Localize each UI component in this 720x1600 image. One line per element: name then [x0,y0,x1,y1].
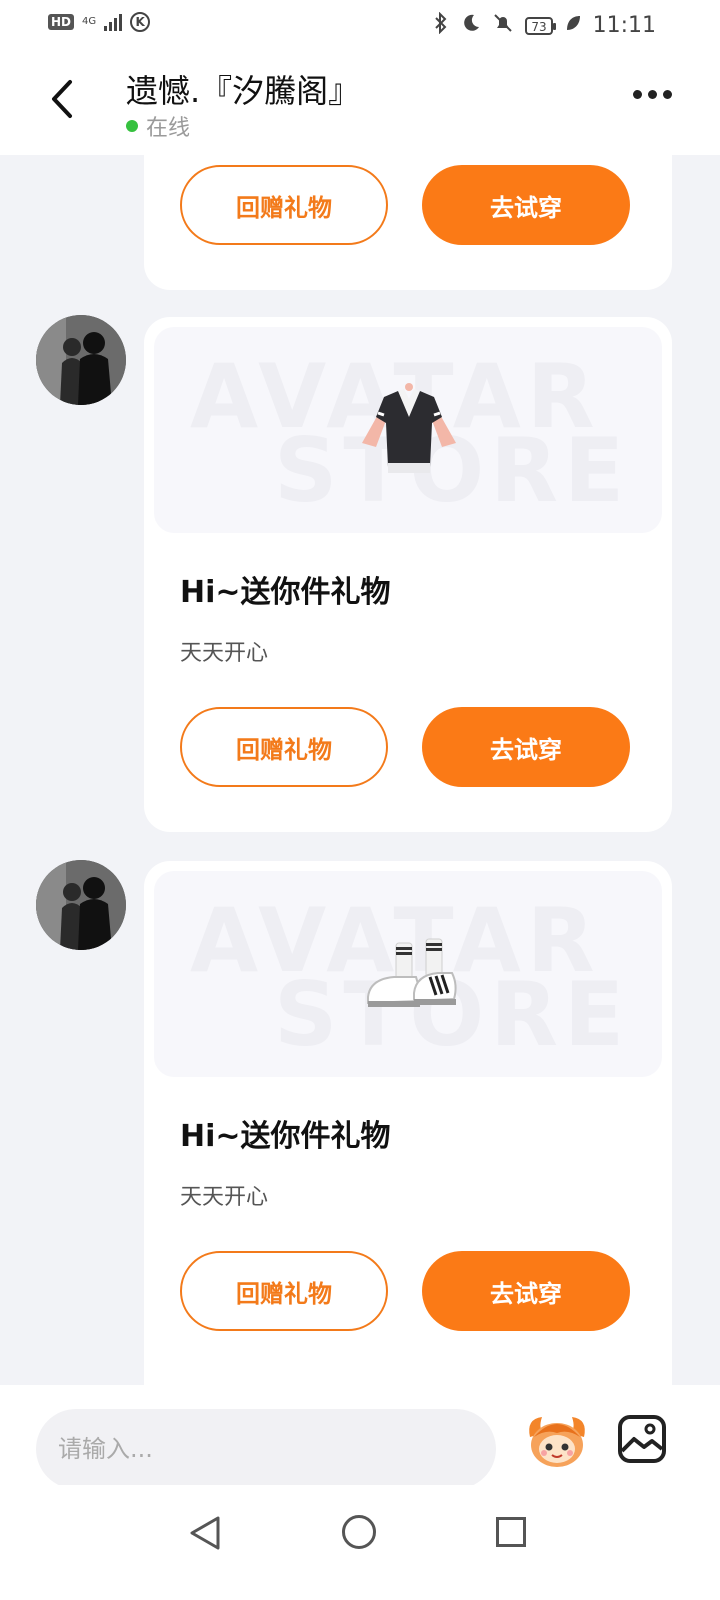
nav-recents-icon[interactable] [496,1517,526,1547]
gift-banner: AVATAR STORE [154,871,662,1077]
bluetooth-icon [433,11,449,39]
gift-card: 回赠礼物 去试穿 [144,155,672,290]
gift-banner: AVATAR STORE [154,327,662,533]
signal-icon [104,13,123,31]
hd-badge: HD [48,14,75,30]
network-type: 4G [82,16,97,27]
leaf-icon [565,14,581,37]
image-button[interactable] [616,1413,668,1465]
online-status-label: 在线 [146,116,191,141]
sender-avatar[interactable] [36,860,126,950]
avatar-image [36,860,126,950]
emoji-button[interactable] [524,1407,590,1473]
status-left: HD 4G K [48,12,151,32]
return-gift-button[interactable]: 回赠礼物 [180,165,388,245]
chevron-left-icon [52,80,72,118]
return-gift-button[interactable]: 回赠礼物 [180,707,388,787]
mascot-emoji-icon [529,1417,585,1467]
back-button[interactable] [40,74,84,124]
gift-message: 天天开心 [180,1185,269,1210]
status-right: 73 11:11 [433,11,656,39]
try-on-button[interactable]: 去试穿 [422,707,630,787]
try-on-button[interactable]: 去试穿 [422,1251,630,1331]
mute-bell-icon [493,13,513,38]
jacket-item-image [362,383,456,473]
sneakers-item-image [367,938,457,1007]
more-dot [663,90,672,99]
more-dot [633,90,642,99]
avatar-image [36,315,126,405]
image-icon [618,1415,666,1463]
gift-card: AVATAR STORE Hi~送你件礼物 天天开心 回赠礼物 去试穿 [144,317,672,832]
battery-indicator: 73 [525,16,556,35]
system-nav-bar [0,1485,720,1600]
gift-card: AVATAR STORE Hi~送你件礼物 天天开心 回赠礼物 去试穿 [144,861,672,1385]
moon-icon [461,13,481,38]
try-on-button[interactable]: 去试穿 [422,165,630,245]
contact-name: 遗憾.『汐騰阁』 [126,72,361,110]
chat-header: 遗憾.『汐騰阁』 在线 [0,50,720,155]
online-dot-icon [126,120,138,132]
more-button[interactable] [633,90,672,99]
clock: 11:11 [592,13,656,38]
message-list[interactable]: 回赠礼物 去试穿 AVATAR STORE [0,155,720,1385]
sender-avatar[interactable] [36,315,126,405]
more-dot [648,90,657,99]
k-app-icon: K [130,12,151,32]
return-gift-button[interactable]: 回赠礼物 [180,1251,388,1331]
status-bar: HD 4G K 73 11:11 [0,0,720,50]
gift-message: 天天开心 [180,641,269,666]
nav-back-icon[interactable] [188,1515,222,1551]
message-input-bar [0,1385,720,1489]
online-status: 在线 [126,110,190,142]
gift-title: Hi~送你件礼物 [180,575,391,610]
message-input[interactable] [36,1409,496,1489]
nav-home-icon[interactable] [342,1515,376,1549]
gift-title: Hi~送你件礼物 [180,1119,391,1154]
